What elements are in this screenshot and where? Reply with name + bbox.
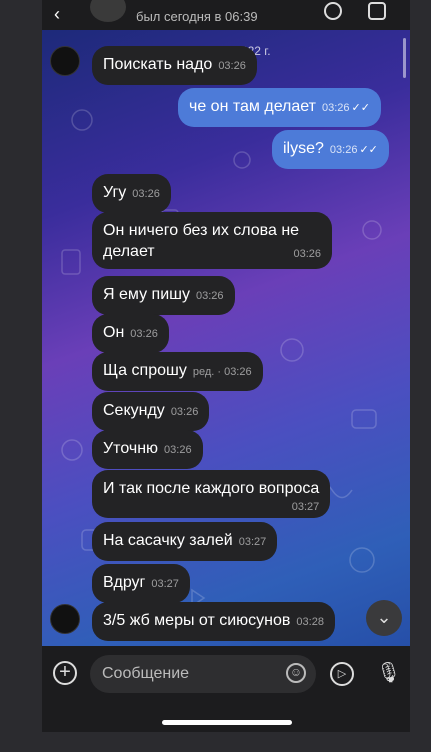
message-text: Вдруг [103,574,146,591]
home-indicator[interactable] [162,720,292,725]
contact-avatar[interactable] [90,0,126,22]
message-outgoing[interactable]: че он там делает 03:26 ✓✓ [178,88,381,127]
chat-header: ‹ был сегодня в 06:39 [42,0,410,30]
message-edited-time: ред. · 03:26 [192,366,252,378]
message-text: ilyse? [283,140,324,157]
message-text: Он ничего без их слова не [103,222,300,239]
message-input[interactable]: Сообщение ☺ [90,655,316,693]
message-outgoing[interactable]: ilyse? 03:26 ✓✓ [272,130,389,169]
message-incoming[interactable]: Вдруг 03:27 [92,564,190,603]
message-text: Угу [103,184,127,201]
call-icon[interactable] [324,2,342,20]
message-time: 03:26 [218,60,246,72]
chevron-down-icon: ⌄ [376,607,392,627]
message-time: 03:26 [195,290,224,302]
message-incoming[interactable]: Поискать надо 03:26 [92,46,257,85]
message-incoming[interactable]: Я ему пишу 03:26 [92,276,235,315]
message-time: 03:26 [132,188,160,200]
message-time: 03:28 [296,616,324,628]
message-text: Уточню [103,440,159,457]
emoji-icon[interactable]: ☺ [286,663,306,683]
message-input-placeholder: Сообщение [102,665,190,682]
message-incoming[interactable]: Он ничего без их слова не делает 03:26 [92,212,332,269]
sticker-icon[interactable]: ▷ [330,662,354,686]
plus-icon[interactable]: + [53,661,77,685]
sender-avatar[interactable] [50,46,80,76]
last-seen-status: был сегодня в 06:39 [136,9,258,24]
message-text: 3/5 жб меры от сиюсунов [103,612,291,629]
sender-avatar[interactable] [50,604,80,634]
video-call-icon[interactable] [368,2,386,20]
message-text: Ща спрошу [103,362,187,379]
message-time: 03:27 [238,536,267,548]
message-incoming[interactable]: Ща спрошу ред. · 03:26 [92,352,263,391]
message-time: 03:26 [130,328,158,340]
chat-area[interactable]: 2 июля 2022 г. Поискать надо03:26 че он … [42,30,410,646]
message-time: 03:26 [170,406,199,418]
message-text: Он [103,324,125,341]
message-incoming[interactable]: Угу 03:26 [92,174,171,213]
message-text: Я ему пишу [103,286,190,303]
message-incoming[interactable]: Уточню 03:26 [92,430,203,469]
screen: ‹ был сегодня в 06:39 2 июля [0,0,431,752]
message-text: че он там делает [189,98,316,115]
message-incoming[interactable]: И так после каждого вопроса 03:27 [92,470,331,518]
message-time: 03:26 [321,102,350,114]
message-incoming[interactable]: 3/5 жб меры от сиюсунов 03:28 [92,602,335,641]
message-text: Поискать надо [103,56,213,73]
read-check-icon: ✓✓ [359,144,378,156]
message-input-bar: + Сообщение ☺ ▷ 🎙 [42,646,410,702]
read-check-icon: ✓✓ [351,102,370,114]
message-text: И так после каждого вопроса [103,480,320,497]
message-text: На сасачку залей [103,532,233,549]
microphone-icon[interactable]: 🎙 [376,660,401,685]
message-text-line2: делает [103,243,155,260]
home-indicator-area [42,702,410,732]
back-arrow-icon[interactable]: ‹ [54,4,60,25]
scroll-down-button[interactable]: ⌄ [366,600,402,636]
chat-scrollbar[interactable] [403,38,406,78]
message-incoming[interactable]: Он 03:26 [92,314,169,353]
phone-screen: ‹ был сегодня в 06:39 2 июля [42,0,410,732]
message-incoming[interactable]: Секунду 03:26 [92,392,210,431]
message-time: 03:27 [291,501,320,513]
message-text: Секунду [103,402,165,419]
message-time: 03:26 [329,144,358,156]
message-time: 03:27 [151,578,179,590]
message-incoming[interactable]: На сасачку залей 03:27 [92,522,278,561]
message-time: 03:26 [164,444,192,456]
